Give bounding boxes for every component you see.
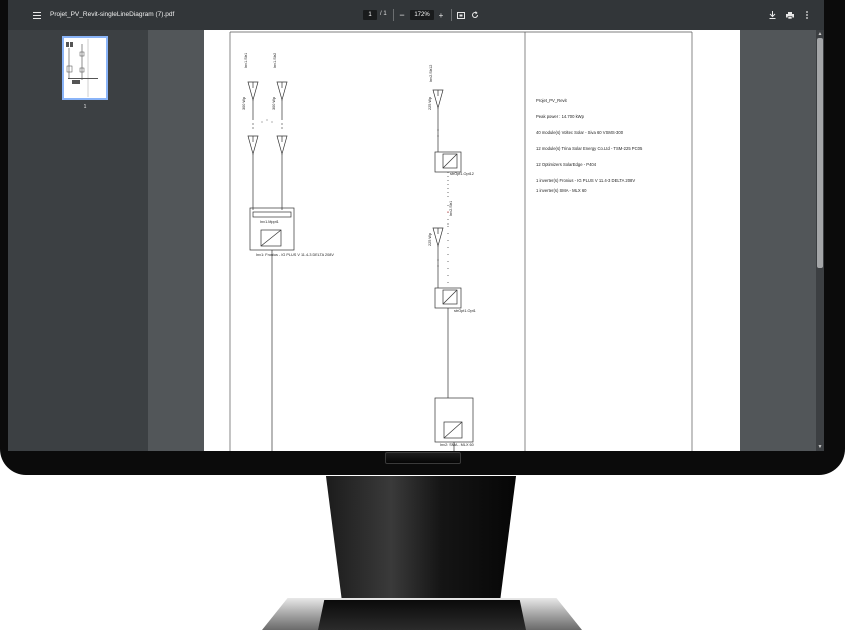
string-label: Inv1.Str1: [244, 52, 248, 68]
menu-icon[interactable]: [30, 0, 44, 30]
single-line-diagram: [229, 31, 693, 451]
scroll-thumb[interactable]: [817, 38, 823, 268]
mppt-label: Inv1.Mppt1: [260, 220, 279, 224]
page-number-input[interactable]: 1: [363, 10, 377, 20]
zoom-out-button[interactable]: −: [397, 0, 407, 30]
document-viewer: Inv1.Str1 Inv1.Str2 Inv2.Str12 Inv2.Str1…: [148, 30, 816, 451]
optimizers-line: 12 Optimizers SolarEdge - P404: [536, 162, 597, 167]
pdf-page: Inv1.Str1 Inv1.Str2 Inv2.Str12 Inv2.Str1…: [204, 30, 740, 451]
pdf-toolbar: Projet_PV_Revit-singleLineDiagram (7).pd…: [8, 0, 824, 30]
string-label: Inv2.Str12: [429, 64, 433, 82]
document-title: Projet_PV_Revit-singleLineDiagram (7).pd…: [50, 11, 175, 18]
scroll-up-icon[interactable]: ▲: [816, 30, 824, 38]
module-power-label: 300 Wp: [242, 96, 246, 110]
screen: Projet_PV_Revit-singleLineDiagram (7).pd…: [8, 0, 824, 451]
peak-power: Peak power : 14.700 kWp: [536, 114, 584, 119]
download-icon[interactable]: [766, 0, 778, 30]
page-thumbnail[interactable]: [62, 36, 108, 100]
scroll-down-icon[interactable]: ▼: [816, 443, 824, 451]
vertical-scrollbar[interactable]: ▲ ▼: [816, 30, 824, 451]
monitor-logo-plate: [385, 452, 461, 464]
toolbar-divider: [393, 9, 394, 21]
print-icon[interactable]: [784, 0, 796, 30]
thumbnail-page-number: 1: [83, 104, 87, 110]
rotate-icon[interactable]: [469, 0, 481, 30]
zoom-level-input[interactable]: 172%: [410, 10, 434, 20]
inverter1-label: Inv1: Fronius - IG PLUS V 11.4-3 DELTA 2…: [256, 253, 334, 257]
module-power-label: 225 Wp: [428, 96, 432, 110]
fit-page-icon[interactable]: [455, 0, 467, 30]
project-name: Projet_PV_Revit: [536, 98, 567, 103]
page-total: / 1: [380, 11, 387, 17]
monitor-stand-slot: [318, 600, 526, 630]
module-power-label: 300 Wp: [272, 96, 276, 110]
zoom-in-button[interactable]: +: [436, 0, 446, 30]
monitor-stand-neck: [325, 476, 517, 600]
inverter2-label: Inv2: SMA - MLX 60: [440, 443, 474, 447]
more-vertical-icon[interactable]: [802, 0, 812, 30]
toolbar-divider: [451, 9, 452, 21]
optimizer12-label: strOpt1.Opt12: [450, 172, 474, 176]
string-label: Inv1.Str2: [273, 52, 277, 68]
string-label: Inv2.Str1: [449, 200, 453, 216]
thumbnail-sidebar: 1: [8, 30, 148, 451]
optimizer1-label: strOpt1.Opt1: [454, 309, 476, 313]
modules-line-1: 40 module(s) Voltec Solar - Siva 60 VSMS…: [536, 130, 624, 135]
inverter-line-2: 1 inverter(s) SMA - MLX 60: [536, 188, 587, 193]
inverter-line-1: 1 inverter(s) Fronius - IG PLUS V 11.4-3…: [536, 178, 636, 183]
module-power-label: 225 Wp: [428, 232, 432, 246]
modules-line-2: 12 module(s) Trina Solar Energy Co.Ltd -…: [536, 146, 643, 151]
